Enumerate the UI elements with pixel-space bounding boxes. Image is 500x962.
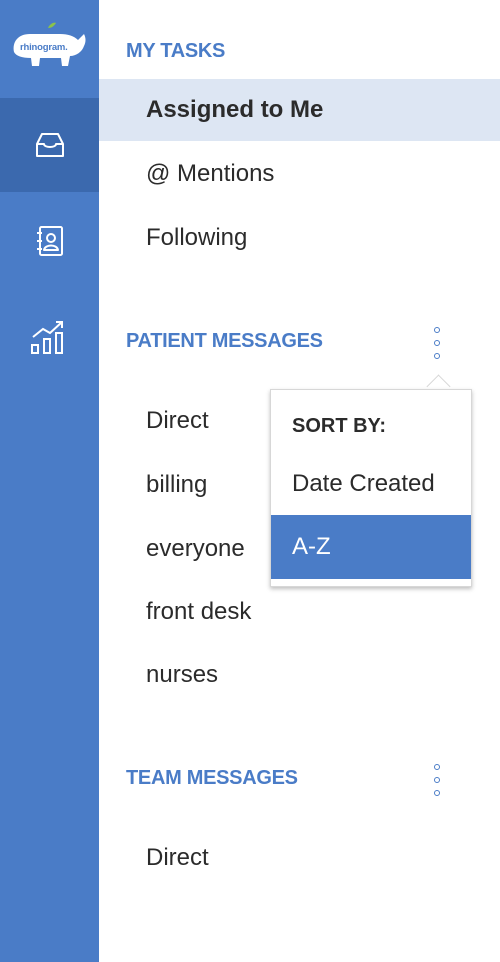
rhinogram-logo[interactable]: rhinogram. — [10, 22, 88, 74]
nav-item-label: Following — [146, 224, 248, 251]
nav-item-label: everyone — [146, 535, 245, 562]
sort-by-header: SORT BY: — [292, 415, 387, 437]
nav-item-label: nurses — [146, 661, 219, 688]
logo-text: rhinogram. — [20, 42, 68, 53]
nav-item-label: front desk — [146, 598, 252, 625]
patient-messages-options-icon[interactable] — [429, 327, 445, 359]
sort-option-date-created[interactable]: Date Created — [271, 452, 471, 516]
contacts-icon — [36, 226, 63, 256]
sort-option-a-z[interactable]: A-Z — [271, 515, 471, 579]
rail-analytics-button[interactable] — [0, 290, 99, 384]
nav-item-assigned-to-me[interactable]: Assigned to Me — [99, 79, 500, 141]
sort-option-label: A-Z — [292, 533, 331, 560]
analytics-icon — [30, 321, 63, 354]
nav-item-label: Direct — [146, 407, 209, 434]
nav-item-following[interactable]: Following — [99, 207, 500, 269]
nav-item-label: billing — [146, 471, 208, 498]
my-tasks-title: MY TASKS — [126, 40, 226, 62]
nav-item-mentions[interactable]: @ Mentions — [99, 143, 500, 205]
team-messages-options-icon[interactable] — [429, 764, 445, 796]
inbox-icon — [35, 133, 64, 157]
nav-item-front-desk[interactable]: front desk — [99, 581, 500, 643]
sort-option-label: Date Created — [292, 470, 435, 497]
nav-item-team-direct[interactable]: Direct — [99, 827, 500, 889]
nav-item-label: Direct — [146, 844, 209, 871]
rail-inbox-button[interactable] — [0, 98, 99, 192]
patient-messages-title: PATIENT MESSAGES — [126, 330, 323, 352]
nav-item-label: @ Mentions — [146, 160, 275, 187]
nav-item-nurses[interactable]: nurses — [99, 644, 500, 706]
nav-item-label: Assigned to Me — [146, 96, 324, 123]
team-messages-title: TEAM MESSAGES — [126, 767, 298, 789]
rail-contacts-button[interactable] — [0, 194, 99, 288]
sort-dropdown: SORT BY: Date Created A-Z — [270, 389, 472, 587]
left-rail: rhinogram. — [0, 0, 99, 962]
